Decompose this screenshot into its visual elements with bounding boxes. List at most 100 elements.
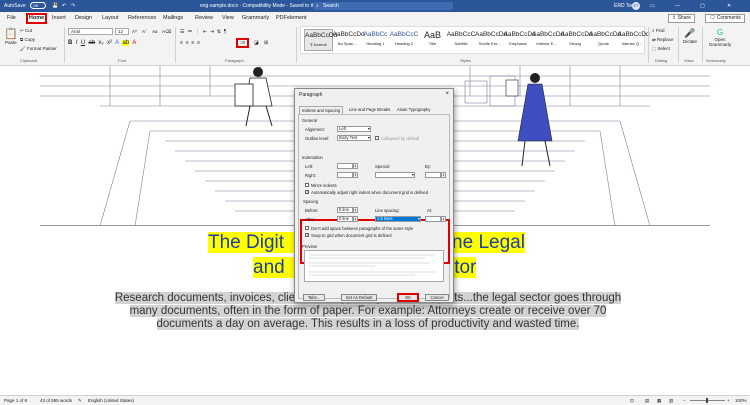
align-center-icon[interactable]: ≡ (186, 40, 189, 46)
font-size-select[interactable]: 12 (115, 28, 129, 35)
zoom-slider-thumb[interactable] (706, 398, 708, 403)
line-spacing-icon[interactable]: ↕≡ (236, 38, 249, 48)
close-icon[interactable]: ✕ (727, 3, 731, 9)
borders-icon[interactable]: ⊞ (264, 40, 268, 46)
zoom-level[interactable]: 100% (735, 398, 747, 403)
select-button[interactable]: ⬚ Select (652, 46, 670, 52)
comments-button[interactable]: 🗨 Comments (705, 14, 745, 23)
replace-button[interactable]: ⇄ Replace (652, 37, 674, 43)
sort-icon[interactable]: ⇅ (217, 29, 221, 35)
tab-references[interactable]: References (128, 15, 156, 21)
dictate-button[interactable]: 🎤 Dictate (683, 28, 697, 44)
highlight-icon[interactable]: ab (122, 40, 130, 46)
numbering-icon[interactable]: ≔ (187, 29, 192, 35)
cancel-button[interactable]: Cancel (425, 294, 449, 301)
bullets-icon[interactable]: ☰ (180, 29, 184, 35)
tab-indents-and-spacing[interactable]: Indents and Spacing (299, 106, 344, 114)
style-item[interactable]: AaBbCcC Subtitle (447, 29, 476, 51)
increase-indent-icon[interactable]: ⇥ (210, 29, 214, 35)
change-case-icon[interactable]: Aa (152, 29, 158, 34)
show-marks-icon[interactable]: ¶ (224, 29, 227, 35)
paste-button[interactable]: 📋 Paste (4, 27, 18, 45)
redo-icon[interactable]: ↷ (71, 3, 75, 9)
tab-asian-typography[interactable]: Asian Typography (397, 107, 430, 112)
after-spinner[interactable]: ⇕ (353, 216, 358, 222)
style-item[interactable]: AaBbCcDd Strong (561, 29, 593, 51)
by-input[interactable] (425, 172, 441, 178)
print-layout-icon[interactable]: ▦ (657, 398, 661, 404)
left-indent-input[interactable] (337, 163, 353, 169)
align-right-icon[interactable]: ≡ (191, 40, 194, 46)
justify-icon[interactable]: ≡ (197, 40, 200, 46)
underline-icon[interactable]: U (81, 40, 85, 46)
italic-icon[interactable]: I (76, 40, 78, 46)
read-mode-icon[interactable]: ▤ (645, 398, 649, 404)
grow-font-icon[interactable]: A^ (132, 29, 137, 34)
share-button[interactable]: ⇪ Share (668, 14, 695, 23)
focus-icon[interactable]: ⊡ (630, 398, 634, 404)
tab-pdfelement[interactable]: PDFelement (276, 15, 307, 21)
tab-view[interactable]: View (222, 15, 234, 21)
shrink-font-icon[interactable]: Aˇ (142, 29, 147, 34)
line-spacing-select[interactable]: 1.5 lines ▾ (375, 216, 421, 222)
before-input[interactable]: 0 line (337, 207, 353, 213)
dont-add-space-checkbox[interactable] (305, 226, 309, 230)
style-item[interactable]: AaBbCcDd Subtle Em... (475, 29, 507, 51)
tab-insert[interactable]: Insert (52, 15, 66, 21)
word-count[interactable]: 43 of 555 words (40, 398, 72, 403)
snap-to-grid-checkbox[interactable]: ✓ (305, 233, 309, 237)
tab-line-and-page-breaks[interactable]: Line and Page Breaks (349, 107, 390, 112)
bold-icon[interactable]: B (68, 40, 72, 46)
before-spinner[interactable]: ⇕ (353, 207, 358, 213)
zoom-in-icon[interactable]: + (727, 398, 730, 403)
open-grammarly-button[interactable]: G Open Grammarly (706, 28, 734, 47)
ok-button[interactable]: OK (397, 293, 419, 302)
style-item[interactable]: AaBbCc Heading 1 (361, 29, 390, 51)
font-color-icon[interactable]: A (132, 40, 136, 46)
shading-icon[interactable]: ◪ (254, 40, 259, 46)
undo-icon[interactable]: ↶ (62, 3, 66, 9)
style-item[interactable]: AaBbCcDd Emphasis (504, 29, 536, 51)
dialog-close-icon[interactable]: × (445, 91, 449, 97)
set-as-default-button[interactable]: Set As Default (341, 294, 377, 301)
cut-button[interactable]: ✂ Cut (20, 28, 32, 34)
strikethrough-icon[interactable]: ab (88, 40, 95, 46)
language-label[interactable]: English (United States) (88, 398, 134, 403)
left-indent-spinner[interactable]: ⇕ (353, 163, 358, 169)
minimize-icon[interactable]: — (675, 3, 680, 9)
align-left-icon[interactable]: ≡ (180, 40, 183, 46)
style-item[interactable]: AaB Title (418, 29, 447, 51)
style-item[interactable]: AaBbCcDd Intense Q... (618, 29, 650, 51)
format-painter-button[interactable]: 🖌 Format Painter (20, 46, 57, 52)
text-effects-icon[interactable]: A (115, 40, 119, 46)
proofing-icon[interactable]: ✎ (78, 398, 82, 404)
tab-review[interactable]: Review (195, 15, 213, 21)
tabs-button[interactable]: Tabs... (303, 294, 325, 301)
at-spinner[interactable]: ⇕ (441, 216, 446, 222)
tab-grammarly[interactable]: Grammarly (242, 15, 269, 21)
decrease-indent-icon[interactable]: ⇤ (203, 29, 207, 35)
tab-design[interactable]: Design (75, 15, 92, 21)
right-indent-input[interactable] (337, 172, 353, 178)
zoom-out-icon[interactable]: − (683, 398, 686, 403)
collapsed-checkbox[interactable] (375, 136, 379, 140)
tab-layout[interactable]: Layout (102, 15, 119, 21)
superscript-icon[interactable]: x² (107, 40, 112, 46)
right-indent-spinner[interactable]: ⇕ (353, 172, 358, 178)
save-icon[interactable]: 💾 (52, 3, 58, 9)
maximize-icon[interactable]: ▢ (700, 3, 705, 9)
autosave-toggle[interactable]: Off (30, 2, 46, 9)
style-item[interactable]: AaBbCcDd Intense E... (532, 29, 564, 51)
by-spinner[interactable]: ⇕ (441, 172, 446, 178)
ribbon-display-icon[interactable]: ▭ (650, 3, 655, 9)
subscript-icon[interactable]: x₂ (98, 40, 103, 46)
page-count[interactable]: Page 1 of 8 (4, 398, 27, 403)
clear-format-icon[interactable]: A⌫ (162, 29, 171, 35)
font-name-select[interactable]: Arial (68, 28, 113, 35)
alignment-select[interactable]: Left ▾ (337, 126, 371, 132)
tab-file[interactable]: File (7, 15, 16, 21)
copy-button[interactable]: ⧉ Copy (20, 37, 35, 42)
search-box[interactable]: ⌕ Search (313, 2, 453, 10)
avatar[interactable]: ET (632, 2, 640, 10)
style-item[interactable]: AaBbCcDd ¶ Normal (304, 29, 337, 51)
